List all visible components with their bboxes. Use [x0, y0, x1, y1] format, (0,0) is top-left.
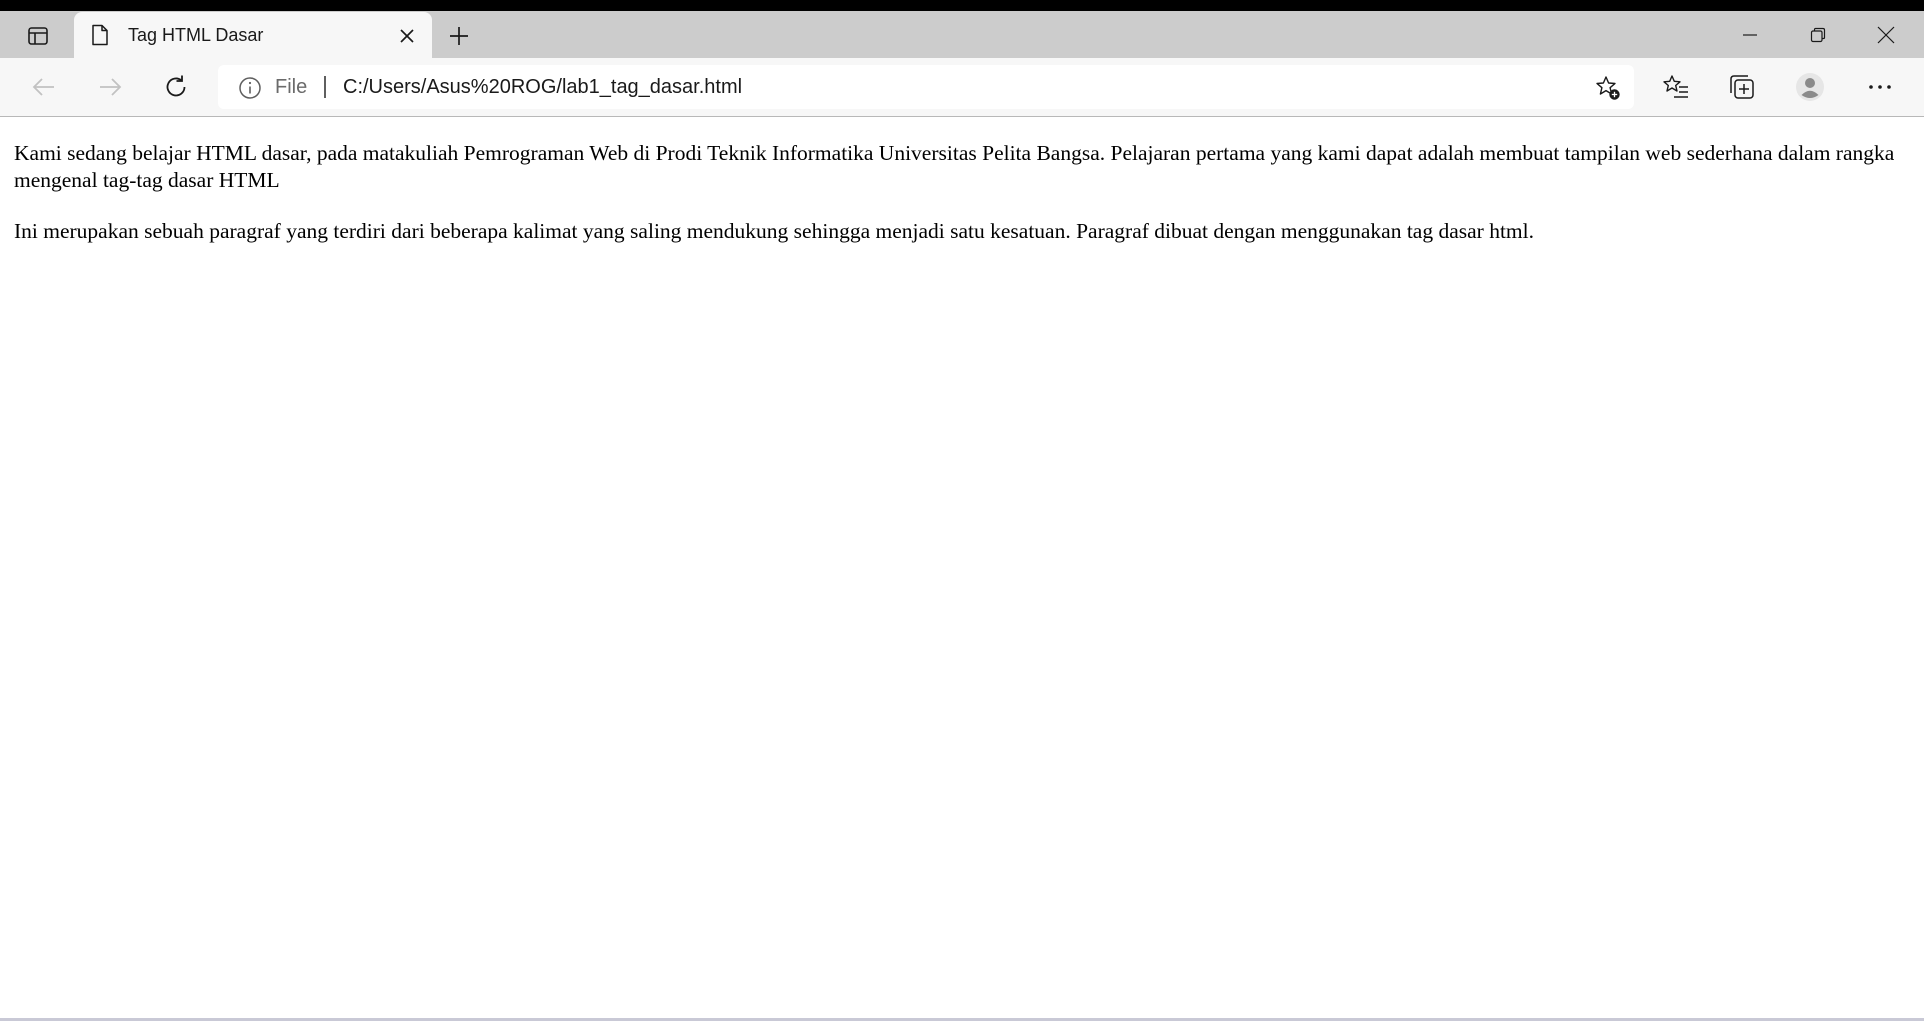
star-plus-icon: [1596, 76, 1620, 100]
navigation-toolbar: File C:/Users/Asus%20ROG/lab1_tag_dasar.…: [0, 58, 1924, 117]
close-icon: [1877, 26, 1895, 43]
favorites-icon: [1663, 75, 1688, 98]
close-icon: [400, 29, 414, 43]
minimize-icon: [1743, 33, 1757, 36]
page-icon: [92, 24, 108, 46]
info-icon[interactable]: [238, 76, 262, 100]
address-separator: [324, 76, 326, 98]
forward-button[interactable]: [90, 68, 130, 106]
browser-window: Tag HTML Dasar File C:/Users/Asus%20ROG/…: [0, 0, 1924, 1021]
address-bar[interactable]: File C:/Users/Asus%20ROG/lab1_tag_dasar.…: [218, 65, 1634, 109]
minimize-button[interactable]: [1716, 11, 1784, 58]
paragraph-description: Ini merupakan sebuah paragraf yang terdi…: [14, 219, 1535, 243]
reload-button[interactable]: [156, 68, 196, 106]
add-favorite-button[interactable]: [1592, 72, 1624, 104]
restore-button[interactable]: [1784, 11, 1852, 58]
tab-actions-icon: [28, 27, 48, 45]
tab-bar: Tag HTML Dasar: [0, 11, 1924, 58]
person-icon: [1796, 73, 1824, 101]
url-text[interactable]: C:/Users/Asus%20ROG/lab1_tag_dasar.html: [343, 76, 742, 99]
tab-active[interactable]: Tag HTML Dasar: [74, 12, 432, 58]
new-tab-button[interactable]: [440, 20, 478, 52]
collections-icon: [1730, 75, 1754, 99]
back-button[interactable]: [24, 68, 64, 106]
paragraph-intro: Kami sedang belajar HTML dasar, pada mat…: [14, 141, 1895, 192]
arrow-left-icon: [32, 78, 54, 96]
profile-button[interactable]: [1790, 68, 1830, 106]
more-icon: [1869, 85, 1891, 89]
tab-title: Tag HTML Dasar: [128, 25, 264, 45]
window-top-strip: [0, 0, 1924, 11]
more-button[interactable]: [1860, 68, 1900, 106]
favorites-button[interactable]: [1656, 68, 1696, 106]
close-tab-button[interactable]: [394, 23, 420, 49]
plus-icon: [450, 27, 468, 45]
collections-button[interactable]: [1722, 68, 1762, 106]
restore-icon: [1810, 27, 1826, 42]
close-window-button[interactable]: [1852, 11, 1920, 58]
tab-actions-button[interactable]: [18, 20, 58, 52]
page-content: Kami sedang belajar HTML dasar, pada mat…: [0, 118, 1924, 1021]
site-scheme-label[interactable]: File: [275, 76, 307, 99]
refresh-icon: [166, 75, 186, 97]
arrow-right-icon: [100, 78, 122, 96]
